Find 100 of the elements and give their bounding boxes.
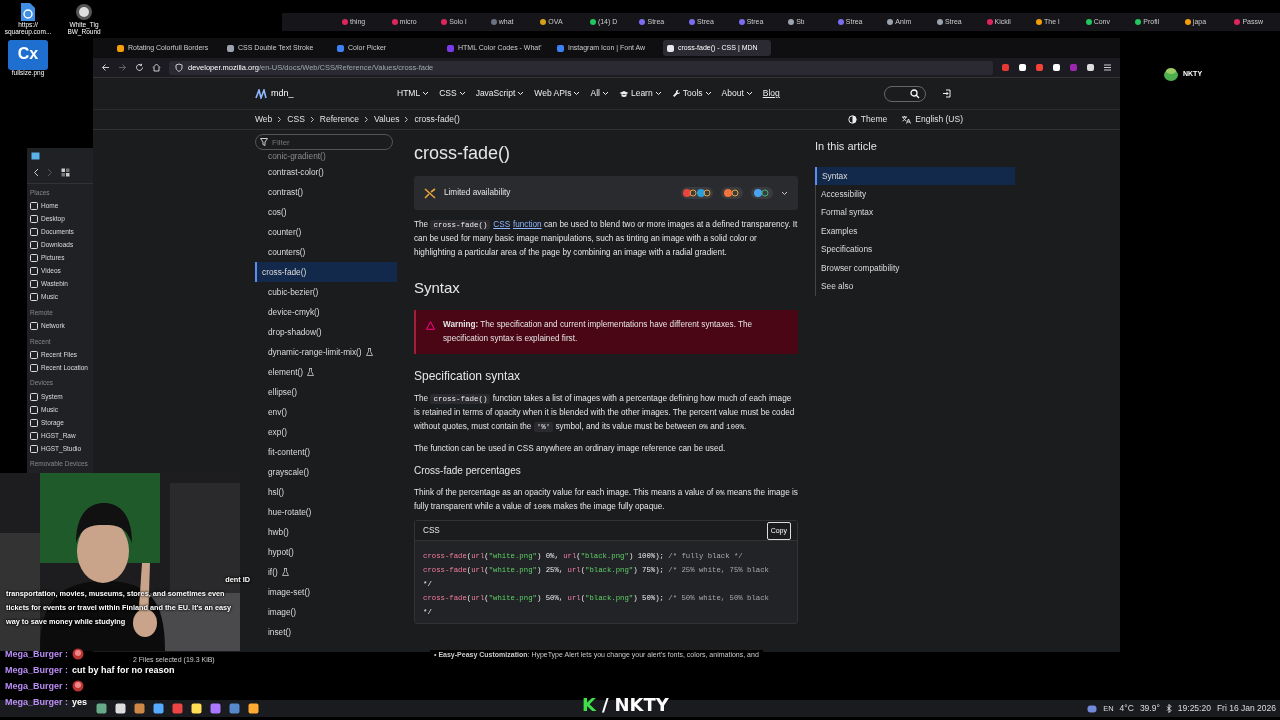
- nav-menu[interactable]: Tools: [671, 87, 712, 100]
- app-icon[interactable]: [115, 703, 126, 714]
- app-icon[interactable]: [134, 703, 145, 714]
- sidebar-item[interactable]: hwb(): [255, 522, 397, 542]
- breadcrumb-link[interactable]: Values: [374, 113, 400, 126]
- chevron-icon: [309, 116, 315, 123]
- sidebar-item[interactable]: cubic-bezier(): [255, 282, 397, 302]
- clock-time[interactable]: 19:25:20: [1177, 702, 1211, 715]
- app-icon[interactable]: [96, 703, 107, 714]
- nav-menu[interactable]: JavaScript: [475, 87, 525, 100]
- sidebar-item[interactable]: cos(): [255, 202, 397, 222]
- bluetooth-icon[interactable]: [1165, 704, 1172, 713]
- web-file-icon[interactable]: [19, 2, 37, 22]
- theme-button[interactable]: Theme: [847, 113, 888, 126]
- emote-icon: [72, 680, 84, 692]
- language-button[interactable]: English (US): [901, 113, 963, 126]
- sidebar-item[interactable]: grayscale(): [255, 462, 397, 482]
- login-icon[interactable]: [941, 89, 951, 98]
- app-icon[interactable]: [248, 703, 259, 714]
- sidebar-item[interactable]: image-set(): [255, 582, 397, 602]
- home-icon[interactable]: [152, 63, 161, 72]
- sidebar-item[interactable]: env(): [255, 402, 397, 422]
- page-title: cross-fade(): [414, 142, 512, 164]
- temperature-text: 4°C: [1119, 702, 1134, 715]
- sidebar-item[interactable]: exp(): [255, 422, 397, 442]
- sidebar-item[interactable]: counters(): [255, 242, 397, 262]
- sidebar-item[interactable]: fit-content(): [255, 442, 397, 462]
- text-link[interactable]: function: [512, 220, 542, 229]
- availability-text: Limited availability: [444, 187, 511, 199]
- clock-date[interactable]: Fri 16 Jan 2026: [1216, 702, 1276, 715]
- sidebar-item[interactable]: drop-shadow(): [255, 322, 397, 342]
- logo-text[interactable]: mdn_: [271, 86, 294, 101]
- nav-link[interactable]: Blog: [762, 87, 780, 100]
- mdn-logo-icon[interactable]: [255, 88, 267, 99]
- toc-link[interactable]: Syntax: [815, 166, 1015, 185]
- sidebar-item[interactable]: image(): [255, 602, 397, 622]
- nav-menu[interactable]: All: [590, 87, 609, 100]
- section-heading: Cross-fade percentages: [414, 464, 522, 478]
- filter-field[interactable]: Filter: [255, 134, 393, 150]
- grid-view-icon[interactable]: [61, 168, 70, 178]
- breadcrumb-link[interactable]: cross-fade(): [414, 113, 460, 126]
- sidebar-item[interactable]: ellipse(): [255, 382, 397, 402]
- toc-link[interactable]: Specifications: [815, 240, 1015, 259]
- chat-username: Mega_Burger :: [5, 664, 68, 677]
- breadcrumb-link[interactable]: CSS: [287, 113, 305, 126]
- breadcrumb-link[interactable]: Reference: [319, 113, 360, 126]
- browser-support-icon[interactable]: [721, 187, 743, 199]
- chat-username: Mega_Burger :: [5, 648, 68, 661]
- browser-support-icon[interactable]: [681, 187, 713, 199]
- nav-menu[interactable]: About: [721, 87, 753, 100]
- sidebar-item[interactable]: hue-rotate(): [255, 502, 397, 522]
- chevron-icon: [517, 91, 525, 96]
- chevron-icon: [601, 91, 609, 96]
- sidebar-item[interactable]: cross-fade(): [255, 262, 397, 282]
- code-language: CSS: [423, 524, 440, 537]
- image-thumbnail[interactable]: Cx: [8, 39, 48, 70]
- sidebar-item[interactable]: counter(): [255, 222, 397, 242]
- toc-link[interactable]: See also: [815, 277, 1015, 296]
- chevron-icon: [404, 116, 410, 123]
- sidebar-item[interactable]: hypot(): [255, 542, 397, 562]
- chevron-icon[interactable]: [781, 190, 788, 196]
- toc-link[interactable]: Browser compatibility: [815, 258, 1015, 278]
- chat-app-icon[interactable]: [1087, 704, 1098, 713]
- sidebar-item[interactable]: dynamic-range-limit-mix(): [255, 342, 397, 362]
- wrench-icon: [671, 89, 681, 98]
- sidebar-item[interactable]: if(): [255, 562, 397, 582]
- sidebar-item[interactable]: conic-gradient(): [255, 150, 397, 162]
- filter-icon: [260, 138, 268, 146]
- browser-support-icon[interactable]: [751, 187, 773, 199]
- chat-message: yes: [72, 696, 88, 709]
- forward-icon[interactable]: [118, 63, 127, 72]
- image-file-icon[interactable]: [75, 2, 93, 22]
- sidebar-item[interactable]: hsl(): [255, 482, 397, 502]
- breadcrumb-link[interactable]: Web: [255, 113, 273, 126]
- translate-icon: [901, 115, 912, 124]
- nav-menu[interactable]: HTML: [397, 87, 430, 100]
- sidebar-item[interactable]: element(): [255, 362, 397, 382]
- menu-icon[interactable]: [1103, 63, 1112, 72]
- sidebar-item[interactable]: inset(): [255, 622, 397, 642]
- app-icon[interactable]: [191, 703, 202, 714]
- sidebar-item[interactable]: contrast-color(): [255, 162, 397, 182]
- nav-menu[interactable]: Web APIs: [534, 87, 581, 100]
- back-icon[interactable]: [101, 63, 110, 72]
- text-link[interactable]: CSS: [493, 220, 511, 229]
- toc-link[interactable]: Formal syntax: [815, 203, 1015, 222]
- sidebar-item[interactable]: contrast(): [255, 182, 397, 202]
- nav-menu[interactable]: Learn: [618, 87, 662, 100]
- sidebar-item[interactable]: device-cmyk(): [255, 302, 397, 322]
- back-icon[interactable]: [33, 168, 39, 178]
- toc-link[interactable]: Accessibility: [815, 184, 1015, 204]
- place-icon: [30, 322, 38, 331]
- app-icon[interactable]: [153, 703, 164, 714]
- folder-icon: [31, 152, 40, 160]
- chat-username: Mega_Burger :: [5, 680, 68, 693]
- toc-link[interactable]: Examples: [815, 221, 1015, 241]
- chevron-icon: [704, 91, 712, 96]
- reload-icon[interactable]: [135, 63, 144, 72]
- nav-menu[interactable]: CSS: [439, 87, 466, 100]
- cpu-text: 39.9°: [1139, 702, 1160, 715]
- app-icon[interactable]: [210, 703, 221, 714]
